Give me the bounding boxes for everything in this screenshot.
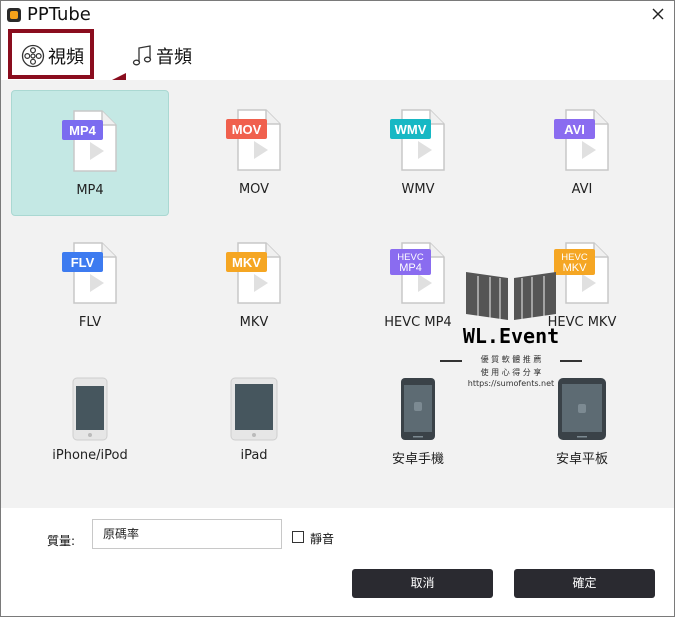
mkv-badge: MKV xyxy=(232,255,261,270)
mp4-badge: MP4 xyxy=(69,123,97,138)
mp4-file-icon: MP4 xyxy=(62,110,117,172)
wmv-file-icon: WMV xyxy=(390,109,445,171)
app-logo-icon xyxy=(7,8,21,22)
avi-badge: AVI xyxy=(564,122,585,137)
ok-button[interactable]: 確定 xyxy=(514,569,655,598)
title-bar: PPTube xyxy=(1,1,674,29)
ipad-icon xyxy=(230,377,278,441)
mov-file-icon: MOV xyxy=(226,109,281,171)
device-label-ipad: iPad xyxy=(240,448,268,463)
device-label-android-phone: 安卓手機 xyxy=(391,452,444,467)
tab-bar: 視頻 音頻 xyxy=(1,31,674,79)
mkv-file-icon: MKV xyxy=(226,242,281,304)
quality-field[interactable]: 原碼率 xyxy=(92,519,282,549)
flv-file-icon: FLV xyxy=(62,242,117,304)
format-item-wmv[interactable]: WMV WMV xyxy=(339,90,497,216)
mov-badge: MOV xyxy=(232,122,262,137)
format-label-mp4: MP4 xyxy=(76,183,104,198)
avi-file-icon: AVI xyxy=(554,109,609,171)
format-label-mov: MOV xyxy=(238,182,270,197)
device-label-iphone: iPhone/iPod xyxy=(52,448,128,463)
tab-audio-label: 音頻 xyxy=(156,47,192,68)
format-label-mkv: MKV xyxy=(239,315,269,330)
device-label-android-tablet: 安卓平板 xyxy=(555,452,608,467)
watermark-line1: 優 質 軟 體 推 薦 xyxy=(480,355,542,364)
window-title: PPTube xyxy=(27,4,91,25)
close-button[interactable] xyxy=(647,3,669,25)
flv-badge: FLV xyxy=(71,255,95,270)
annotation-highlight-box xyxy=(8,29,94,79)
format-item-mov[interactable]: MOV MOV xyxy=(175,90,333,216)
open-book-icon xyxy=(466,272,556,320)
mute-label: 靜音 xyxy=(310,532,335,546)
format-label-avi: AVI xyxy=(571,182,593,197)
device-item-iphone[interactable]: iPhone/iPod xyxy=(11,356,169,482)
mute-checkbox[interactable] xyxy=(292,531,304,543)
watermark-line2: 使 用 心 得 分 享 xyxy=(480,368,542,377)
watermark: WL.Event 優 質 軟 體 推 薦 使 用 心 得 分 享 https:/… xyxy=(436,266,586,396)
music-note-icon xyxy=(132,45,152,66)
format-item-flv[interactable]: FLV FLV xyxy=(11,223,169,349)
tab-audio[interactable]: 音頻 xyxy=(131,41,192,71)
wmv-badge: WMV xyxy=(395,122,427,137)
cancel-button[interactable]: 取消 xyxy=(352,569,493,598)
format-item-mp4[interactable]: MP4 MP4 xyxy=(11,90,169,216)
quality-label: 質量: xyxy=(47,534,76,548)
iphone-icon xyxy=(72,377,108,441)
settings-panel: 質量: 原碼率 靜音 取消 確定 xyxy=(1,508,674,616)
hevc-mp4-badge-line2: MP4 xyxy=(399,262,422,274)
format-label-wmv: WMV xyxy=(401,182,435,197)
close-icon xyxy=(652,8,664,20)
device-item-ipad[interactable]: iPad xyxy=(175,356,333,482)
watermark-url: https://sumofents.net xyxy=(467,379,555,388)
format-label-flv: FLV xyxy=(78,315,102,330)
pptube-window: PPTube 視頻 音頻 MP4 MP4 MOV MOV WMV WMV AVI… xyxy=(0,0,675,617)
format-item-avi[interactable]: AVI AVI xyxy=(503,90,661,216)
watermark-title: WL.Event xyxy=(462,324,560,348)
format-item-mkv[interactable]: MKV MKV xyxy=(175,223,333,349)
